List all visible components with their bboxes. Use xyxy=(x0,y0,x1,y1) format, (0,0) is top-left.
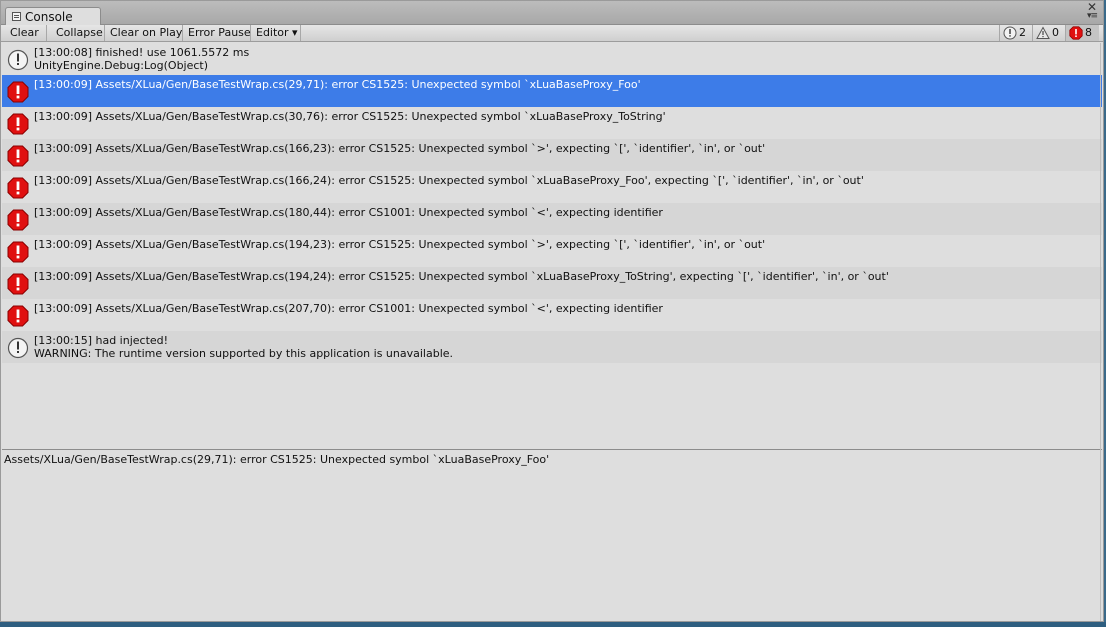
error-icon xyxy=(7,177,29,199)
log-entry[interactable]: [13:00:09] Assets/XLua/Gen/BaseTestWrap.… xyxy=(2,235,1102,267)
error-icon xyxy=(7,209,29,231)
info-icon xyxy=(7,337,29,359)
tab-bar: Console ✕ ▾≡ xyxy=(1,1,1103,25)
log-entry-stacktrace: WARNING: The runtime version supported b… xyxy=(34,347,454,360)
tab-console-label: Console xyxy=(25,9,73,24)
collapse-button[interactable]: Collapse xyxy=(51,25,105,41)
error-icon xyxy=(7,81,29,103)
log-entry-text: [13:00:09] Assets/XLua/Gen/BaseTestWrap.… xyxy=(34,270,889,283)
log-entry[interactable]: [13:00:09] Assets/XLua/Gen/BaseTestWrap.… xyxy=(2,203,1102,235)
log-entry-message: [13:00:09] Assets/XLua/Gen/BaseTestWrap.… xyxy=(34,238,766,251)
log-entry[interactable]: [13:00:09] Assets/XLua/Gen/BaseTestWrap.… xyxy=(2,107,1102,139)
editor-background xyxy=(0,622,1106,627)
info-icon xyxy=(1003,26,1017,40)
log-entry-message: [13:00:09] Assets/XLua/Gen/BaseTestWrap.… xyxy=(34,302,663,315)
clear-on-play-button[interactable]: Clear on Play xyxy=(105,25,183,41)
log-entry[interactable]: [13:00:08] finished! use 1061.5572 ms Uni… xyxy=(2,43,1102,75)
log-entry-message: [13:00:09] Assets/XLua/Gen/BaseTestWrap.… xyxy=(34,270,889,283)
log-entry-text: [13:00:09] Assets/XLua/Gen/BaseTestWrap.… xyxy=(34,142,765,155)
scrollbar-edge xyxy=(1100,43,1101,621)
detail-pane: Assets/XLua/Gen/BaseTestWrap.cs(29,71): … xyxy=(2,450,1102,621)
clear-button[interactable]: Clear xyxy=(5,25,47,41)
log-entry-message: [13:00:09] Assets/XLua/Gen/BaseTestWrap.… xyxy=(34,142,766,155)
log-count: 2 xyxy=(1019,26,1026,39)
log-entry-message: [13:00:09] Assets/XLua/Gen/BaseTestWrap.… xyxy=(34,78,641,91)
log-entry-text: [13:00:09] Assets/XLua/Gen/BaseTestWrap.… xyxy=(34,206,663,219)
error-icon xyxy=(7,113,29,135)
log-entry[interactable]: [13:00:15] had injected! WARNING: The run… xyxy=(2,331,1102,363)
log-entry-text: [13:00:15] had injected! WARNING: The run… xyxy=(34,334,453,360)
log-entry[interactable]: [13:00:09] Assets/XLua/Gen/BaseTestWrap.… xyxy=(2,139,1102,171)
warning-count-toggle[interactable]: 0 xyxy=(1032,25,1064,41)
console-window: Console ✕ ▾≡ Clear Collapse Clear on Pla… xyxy=(0,0,1104,622)
console-icon xyxy=(12,12,21,21)
log-entry-message: [13:00:15] had injected! xyxy=(34,334,169,347)
error-icon xyxy=(1069,26,1083,40)
log-entry-text: [13:00:09] Assets/XLua/Gen/BaseTestWrap.… xyxy=(34,302,663,315)
detail-text: Assets/XLua/Gen/BaseTestWrap.cs(29,71): … xyxy=(4,453,550,466)
warning-count: 0 xyxy=(1052,26,1059,39)
log-count-toggle[interactable]: 2 xyxy=(999,25,1031,41)
window-controls: ✕ ▾≡ xyxy=(1087,1,1098,21)
log-entry-text: [13:00:09] Assets/XLua/Gen/BaseTestWrap.… xyxy=(34,238,765,251)
log-entry-text: [13:00:09] Assets/XLua/Gen/BaseTestWrap.… xyxy=(34,78,641,91)
error-icon xyxy=(7,241,29,263)
log-entry[interactable]: [13:00:09] Assets/XLua/Gen/BaseTestWrap.… xyxy=(2,267,1102,299)
log-entry[interactable]: [13:00:09] Assets/XLua/Gen/BaseTestWrap.… xyxy=(2,299,1102,331)
error-icon xyxy=(7,273,29,295)
log-entry-message: [13:00:09] Assets/XLua/Gen/BaseTestWrap.… xyxy=(34,206,663,219)
error-icon xyxy=(7,305,29,327)
info-icon xyxy=(7,49,29,71)
log-entry-message: [13:00:08] finished! use 1061.5572 ms xyxy=(34,46,250,59)
log-entry[interactable]: [13:00:09] Assets/XLua/Gen/BaseTestWrap.… xyxy=(2,171,1102,203)
error-count-toggle[interactable]: 8 xyxy=(1065,25,1099,41)
log-entry-message: [13:00:09] Assets/XLua/Gen/BaseTestWrap.… xyxy=(34,110,666,123)
warning-icon xyxy=(1036,26,1050,39)
log-entry[interactable]: [13:00:09] Assets/XLua/Gen/BaseTestWrap.… xyxy=(2,75,1102,107)
log-entry-text: [13:00:09] Assets/XLua/Gen/BaseTestWrap.… xyxy=(34,174,864,187)
error-pause-button[interactable]: Error Pause xyxy=(183,25,251,41)
log-list[interactable]: [13:00:08] finished! use 1061.5572 ms Uni… xyxy=(2,43,1102,447)
log-entry-message: [13:00:09] Assets/XLua/Gen/BaseTestWrap.… xyxy=(34,174,864,187)
log-entry-stacktrace: UnityEngine.Debug:Log(Object) xyxy=(34,59,209,72)
window-menu-icon[interactable]: ▾≡ xyxy=(1087,12,1098,21)
console-toolbar: Clear Collapse Clear on Play Error Pause… xyxy=(1,25,1103,42)
log-entry-text: [13:00:09] Assets/XLua/Gen/BaseTestWrap.… xyxy=(34,110,666,123)
editor-dropdown[interactable]: Editor ▾ xyxy=(251,25,301,41)
error-count: 8 xyxy=(1085,26,1092,39)
log-entry-text: [13:00:08] finished! use 1061.5572 ms Uni… xyxy=(34,46,249,72)
tab-console[interactable]: Console xyxy=(5,7,101,25)
error-icon xyxy=(7,145,29,167)
